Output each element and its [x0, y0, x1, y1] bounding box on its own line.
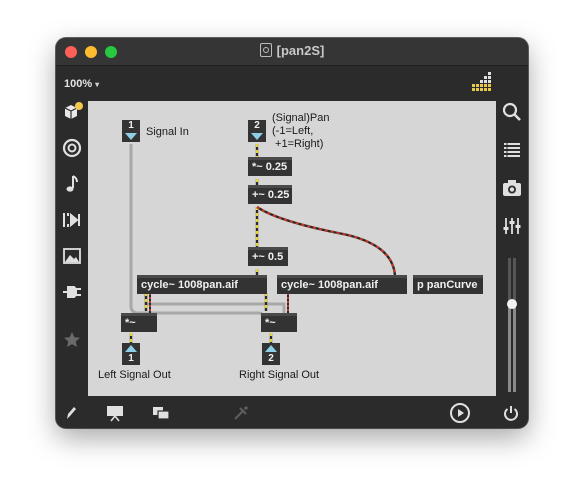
camera-icon[interactable] — [500, 176, 524, 200]
multiply-left-object[interactable]: *~ — [121, 313, 157, 332]
outlet-2-number: 2 — [268, 353, 274, 364]
window-title-container: [pan2S] — [56, 43, 528, 58]
zoom-menu[interactable]: 100% ▾ — [64, 78, 99, 90]
outlet-2[interactable]: 2 — [262, 343, 280, 365]
add-object-1-text: +~ 0.25 — [252, 189, 290, 201]
pencil-icon[interactable] — [62, 404, 80, 422]
add-object-2-text: +~ 0.5 — [252, 251, 284, 263]
cycle-right-object[interactable]: cycle~ 1008pan.aif — [277, 275, 407, 294]
outlet-1-number: 1 — [128, 353, 134, 364]
outlet-2-label: Right Signal Out — [239, 369, 320, 381]
grid-icon[interactable] — [470, 72, 494, 94]
pan-curve-text: p panCurve — [417, 279, 478, 291]
add-object-2[interactable]: +~ 0.5 — [248, 247, 288, 266]
inlet-1[interactable]: 1 — [122, 120, 140, 142]
multiply-object[interactable]: *~ 0.25 — [248, 157, 292, 176]
title-bar[interactable]: [pan2S] — [56, 38, 528, 66]
add-object-1[interactable]: +~ 0.25 — [248, 185, 292, 204]
power-icon[interactable] — [502, 404, 520, 422]
inlet-2-label: (Signal)Pan (-1=Left, +1=Right) — [272, 112, 330, 150]
package-icon[interactable] — [60, 100, 84, 124]
inlet-2[interactable]: 2 — [248, 120, 266, 142]
star-icon[interactable] — [60, 328, 84, 352]
list-icon[interactable] — [500, 138, 524, 162]
inlet-1-number: 1 — [128, 120, 134, 131]
presentation-icon[interactable] — [106, 404, 124, 422]
inlet-1-label: Signal In — [146, 126, 189, 138]
search-icon[interactable] — [500, 100, 524, 124]
document-icon — [259, 43, 272, 57]
outlet-2-arrow-icon — [265, 345, 277, 352]
chevron-down-icon: ▾ — [95, 80, 100, 89]
left-sidebar — [56, 96, 88, 396]
multiply-left-text: *~ — [125, 317, 136, 329]
inlet-2-number: 2 — [254, 120, 260, 131]
pan-curve-object[interactable]: p panCurve — [413, 275, 483, 294]
toolbar: 100% ▾ — [56, 66, 528, 96]
right-sidebar — [496, 96, 528, 396]
patcher-window: [pan2S] 100% ▾ 1 Signal In 2 (Signal)Pan… — [56, 38, 528, 428]
multiply-right-object[interactable]: *~ — [261, 313, 297, 332]
cycle-right-text: cycle~ 1008pan.aif — [281, 279, 378, 291]
step-icon[interactable] — [60, 208, 84, 232]
volume-slider[interactable] — [500, 256, 524, 394]
zoom-level: 100% — [64, 78, 93, 90]
cycle-left-object[interactable]: cycle~ 1008pan.aif — [137, 275, 267, 294]
plug-icon[interactable] — [60, 280, 84, 304]
play-icon[interactable] — [449, 402, 471, 424]
inlet-2-arrow-icon — [251, 133, 263, 140]
debug-icon[interactable] — [232, 404, 250, 422]
multiply-object-text: *~ 0.25 — [252, 161, 288, 173]
target-icon[interactable] — [60, 136, 84, 160]
window-title: [pan2S] — [276, 43, 325, 58]
patch-canvas[interactable]: 1 Signal In 2 (Signal)Pan (-1=Left, +1=R… — [88, 101, 496, 396]
inlet-1-arrow-icon — [125, 133, 137, 140]
cycle-left-text: cycle~ 1008pan.aif — [141, 279, 238, 291]
music-note-icon[interactable] — [60, 172, 84, 196]
outlet-1-label: Left Signal Out — [98, 369, 171, 381]
windows-icon[interactable] — [152, 404, 170, 422]
image-icon[interactable] — [60, 244, 84, 268]
outlet-1[interactable]: 1 — [122, 343, 140, 365]
outlet-1-arrow-icon — [125, 345, 137, 352]
bottom-toolbar — [56, 396, 528, 428]
multiply-right-text: *~ — [265, 317, 276, 329]
mixer-icon[interactable] — [500, 214, 524, 238]
